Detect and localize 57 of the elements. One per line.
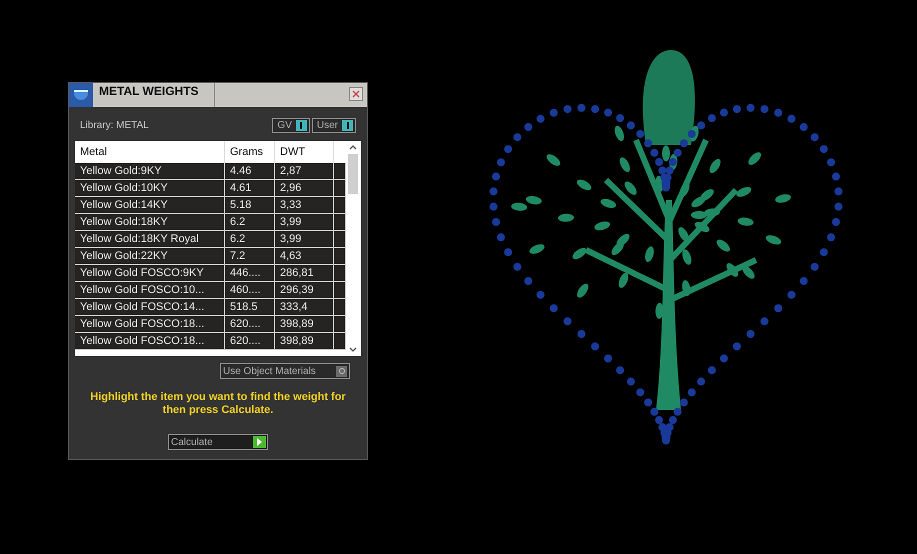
table-cell: 2,96 [275, 180, 334, 196]
scrollbar-thumb[interactable] [348, 154, 358, 194]
toggle-switch[interactable]: GV [272, 118, 310, 133]
table-cell: 286,81 [275, 265, 334, 281]
table-cell: 296,39 [275, 282, 334, 298]
table-cell: 6.2 [225, 214, 275, 230]
close-icon [352, 90, 360, 98]
table-cell: 620.... [225, 316, 275, 332]
table-cell: 398,89 [275, 316, 334, 332]
table-cell: Yellow Gold FOSCO:10... [75, 282, 225, 298]
window-title: METAL WEIGHTS [93, 83, 215, 107]
table-row[interactable]: Yellow Gold FOSCO:18... 620.... 398,89 [75, 316, 346, 333]
table-cell: Yellow Gold:9KY [75, 163, 225, 179]
table-cell: Yellow Gold:22KY [75, 248, 225, 264]
table-row[interactable]: Yellow Gold:18KY 6.2 3,99 [75, 214, 346, 231]
table-cell: 3,99 [275, 214, 334, 230]
table-cell: 460.... [225, 282, 275, 298]
table-cell: 5.18 [225, 197, 275, 213]
table-row[interactable]: Yellow Gold FOSCO:9KY 446.... 286,81 [75, 265, 346, 282]
table-cell: Yellow Gold:10KY [75, 180, 225, 196]
table-cell: 398,89 [275, 333, 334, 349]
table-cell: 4,63 [275, 248, 334, 264]
calculate-button[interactable]: Calculate [168, 434, 268, 450]
table-row[interactable]: Yellow Gold:22KY 7.2 4,63 [75, 248, 346, 265]
table-row[interactable]: Yellow Gold FOSCO:14... 518.5 333,4 [75, 299, 346, 316]
table-cell: 620.... [225, 333, 275, 349]
close-button[interactable] [349, 87, 363, 101]
table-cell: Yellow Gold FOSCO:18... [75, 316, 225, 332]
table-row[interactable]: Yellow Gold:14KY 5.18 3,33 [75, 197, 346, 214]
table-cell: 333,4 [275, 299, 334, 315]
table-cell: Yellow Gold:14KY [75, 197, 225, 213]
table-cell: 4.46 [225, 163, 275, 179]
table-cell: 7.2 [225, 248, 275, 264]
instruction-text: Highlight the item you want to find the weight for then press Calculate. [89, 391, 347, 417]
table-row[interactable]: Yellow Gold FOSCO:10... 460.... 296,39 [75, 282, 346, 299]
table-cell: Yellow Gold FOSCO:9KY [75, 265, 225, 281]
scroll-up-icon[interactable] [348, 145, 356, 150]
table-cell: 4.61 [225, 180, 275, 196]
table-cell: 6.2 [225, 231, 275, 247]
table-cell: 446.... [225, 265, 275, 281]
library-label: Library: METAL [80, 119, 149, 133]
table-row[interactable]: Yellow Gold FOSCO:18... 620.... 398,89 [75, 333, 346, 350]
table-cell: Yellow Gold FOSCO:18... [75, 333, 225, 349]
table-cell: 2,87 [275, 163, 334, 179]
table-cell: 3,99 [275, 231, 334, 247]
table-cell: 3,33 [275, 197, 334, 213]
table-cell: Yellow Gold:18KY [75, 214, 225, 230]
table-cell: 518.5 [225, 299, 275, 315]
scroll-down-icon[interactable] [348, 347, 356, 352]
toggle-switch[interactable]: User [312, 118, 356, 133]
play-icon [253, 436, 266, 448]
use-object-materials-toggle[interactable]: Use Object Materials [220, 363, 350, 379]
table-cell: Yellow Gold FOSCO:14... [75, 299, 225, 315]
table-row[interactable]: Yellow Gold:9KY 4.46 2,87 [75, 163, 346, 180]
table-row[interactable]: Yellow Gold:18KY Royal 6.2 3,99 [75, 231, 346, 248]
table-row[interactable]: Yellow Gold:10KY 4.61 2,96 [75, 180, 346, 197]
table-cell: Yellow Gold:18KY Royal [75, 231, 225, 247]
